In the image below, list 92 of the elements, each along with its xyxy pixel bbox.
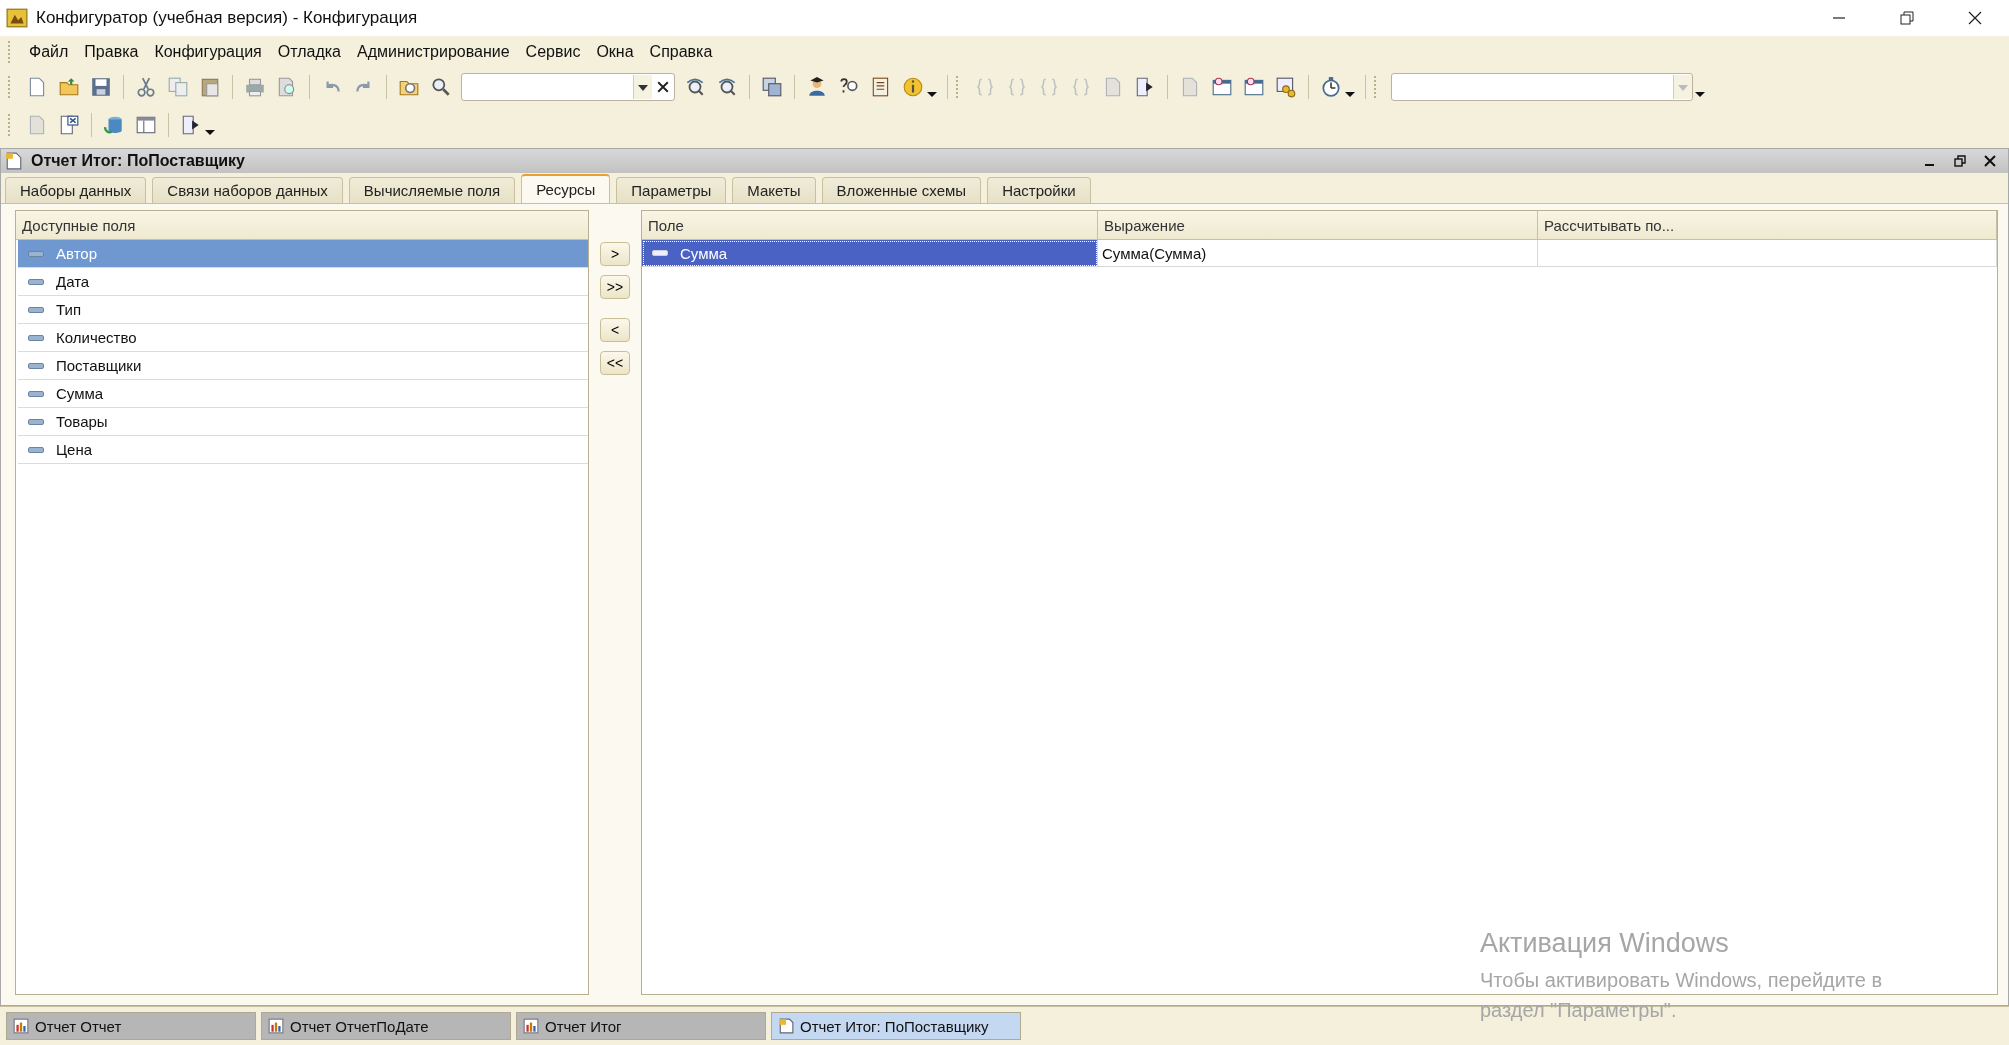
menu-item[interactable]: Администрирование	[349, 43, 518, 61]
activation-text: Чтобы активировать Windows, перейдите в	[1480, 968, 1883, 993]
clear-icon[interactable]	[657, 81, 669, 93]
menu-item[interactable]: Окна	[588, 43, 642, 61]
move-button[interactable]: <<	[600, 351, 630, 375]
move-button[interactable]: <	[600, 318, 630, 342]
tab[interactable]: Вычисляемые поля	[348, 177, 516, 203]
menu-item[interactable]: Сервис	[517, 43, 589, 61]
bar-chart-icon	[13, 1018, 29, 1034]
field-icon	[28, 446, 44, 453]
person-icon[interactable]	[806, 76, 828, 98]
table-cell[interactable]: Сумма	[642, 240, 1098, 267]
column-header: Поле	[642, 211, 1098, 240]
field-icon	[28, 278, 44, 285]
column-header: Выражение	[1098, 211, 1538, 240]
column-header: Рассчитывать по...	[1538, 211, 1997, 240]
tab[interactable]: Вложенные схемы	[821, 177, 982, 203]
field-label: Поставщики	[56, 357, 142, 374]
field-row[interactable]: Сумма	[18, 380, 588, 408]
table-icon[interactable]	[135, 114, 157, 136]
field-row[interactable]: Цена	[18, 436, 588, 464]
stopwatch-icon[interactable]	[1320, 76, 1342, 98]
tab[interactable]: Наборы данных	[5, 177, 147, 203]
menu-item[interactable]: Конфигурация	[146, 43, 270, 61]
menu-item[interactable]: Правка	[76, 43, 147, 61]
window-tab[interactable]: Отчет Итог	[516, 1012, 766, 1040]
overlapping-windows-icon[interactable]	[761, 76, 783, 98]
close-icon[interactable]	[1968, 11, 1982, 25]
window-magnifier-icon[interactable]	[1243, 76, 1265, 98]
tab[interactable]: Параметры	[616, 177, 727, 203]
field-label: Количество	[56, 329, 137, 346]
restore-icon[interactable]	[1954, 155, 1966, 167]
field-row[interactable]: Поставщики	[18, 352, 588, 380]
caret-icon[interactable]	[1345, 91, 1355, 97]
field-row[interactable]: Количество	[18, 324, 588, 352]
page-cross-icon[interactable]	[58, 114, 80, 136]
window-tab[interactable]: Отчет Отчет	[6, 1012, 256, 1040]
caret-icon[interactable]	[927, 91, 937, 97]
clipboard-icon[interactable]	[199, 76, 221, 98]
scissors-icon[interactable]	[135, 76, 157, 98]
caret-icon[interactable]	[1695, 91, 1705, 97]
column-header: Доступные поля	[16, 211, 588, 240]
window-tab[interactable]: Отчет ОтчетПоДате	[261, 1012, 511, 1040]
menu-item[interactable]: Справка	[641, 43, 721, 61]
field-label: Цена	[56, 441, 93, 458]
search-icon[interactable]	[430, 76, 452, 98]
page-icon	[778, 1018, 794, 1034]
move-button[interactable]: >	[600, 242, 630, 266]
move-button[interactable]: >>	[600, 275, 630, 299]
window-tab[interactable]: Отчет Итог: ПоПоставщику	[771, 1012, 1021, 1040]
folder-icon[interactable]	[58, 76, 80, 98]
tab[interactable]: Настройки	[987, 177, 1091, 203]
field-icon	[28, 390, 44, 397]
page-icon	[5, 152, 23, 170]
close-icon[interactable]	[1984, 155, 1996, 167]
menu-item[interactable]: Отладка	[269, 43, 349, 61]
table-cell: Сумма(Сумма)	[1098, 240, 1538, 267]
field-icon	[28, 334, 44, 341]
field-row[interactable]: Тип	[18, 296, 588, 324]
caret-icon[interactable]	[205, 129, 215, 135]
floppy-icon[interactable]	[90, 76, 112, 98]
field-label: Сумма	[56, 385, 104, 402]
info-icon[interactable]	[902, 76, 924, 98]
field-label: Тип	[56, 301, 81, 318]
field-label: Дата	[56, 273, 90, 290]
database-icon[interactable]	[103, 114, 125, 136]
field-row[interactable]: Дата	[18, 268, 588, 296]
tab[interactable]: Ресурсы	[521, 174, 611, 203]
app-icon	[6, 7, 28, 29]
tab[interactable]: Связи наборов данных	[152, 177, 343, 203]
field-label: Сумма	[680, 244, 728, 262]
window-title: Конфигуратор (учебная версия) - Конфигурация	[36, 8, 418, 28]
magnifier-arrow-icon[interactable]	[684, 76, 706, 98]
field-icon	[28, 306, 44, 313]
magnifier-arrow-icon[interactable]	[716, 76, 738, 98]
bar-chart-icon	[523, 1018, 539, 1034]
field-icon	[28, 362, 44, 369]
field-icon	[28, 250, 44, 257]
tab[interactable]: Макеты	[732, 177, 816, 203]
field-label: Товары	[56, 413, 108, 430]
combo-field[interactable]	[1391, 73, 1693, 101]
field-icon	[28, 418, 44, 425]
field-icon	[652, 250, 668, 256]
window-magnifier-icon[interactable]	[1211, 76, 1233, 98]
field-row[interactable]: Товары	[18, 408, 588, 436]
menu-item[interactable]: Файл	[21, 43, 77, 61]
bar-chart-icon	[268, 1018, 284, 1034]
field-label: Автор	[56, 245, 98, 262]
activation-title: Активация Windows	[1480, 928, 1730, 959]
search-field[interactable]	[461, 73, 675, 101]
document-title: Отчет Итог: ПоПоставщику	[31, 152, 245, 170]
restore-icon[interactable]	[1900, 11, 1914, 25]
